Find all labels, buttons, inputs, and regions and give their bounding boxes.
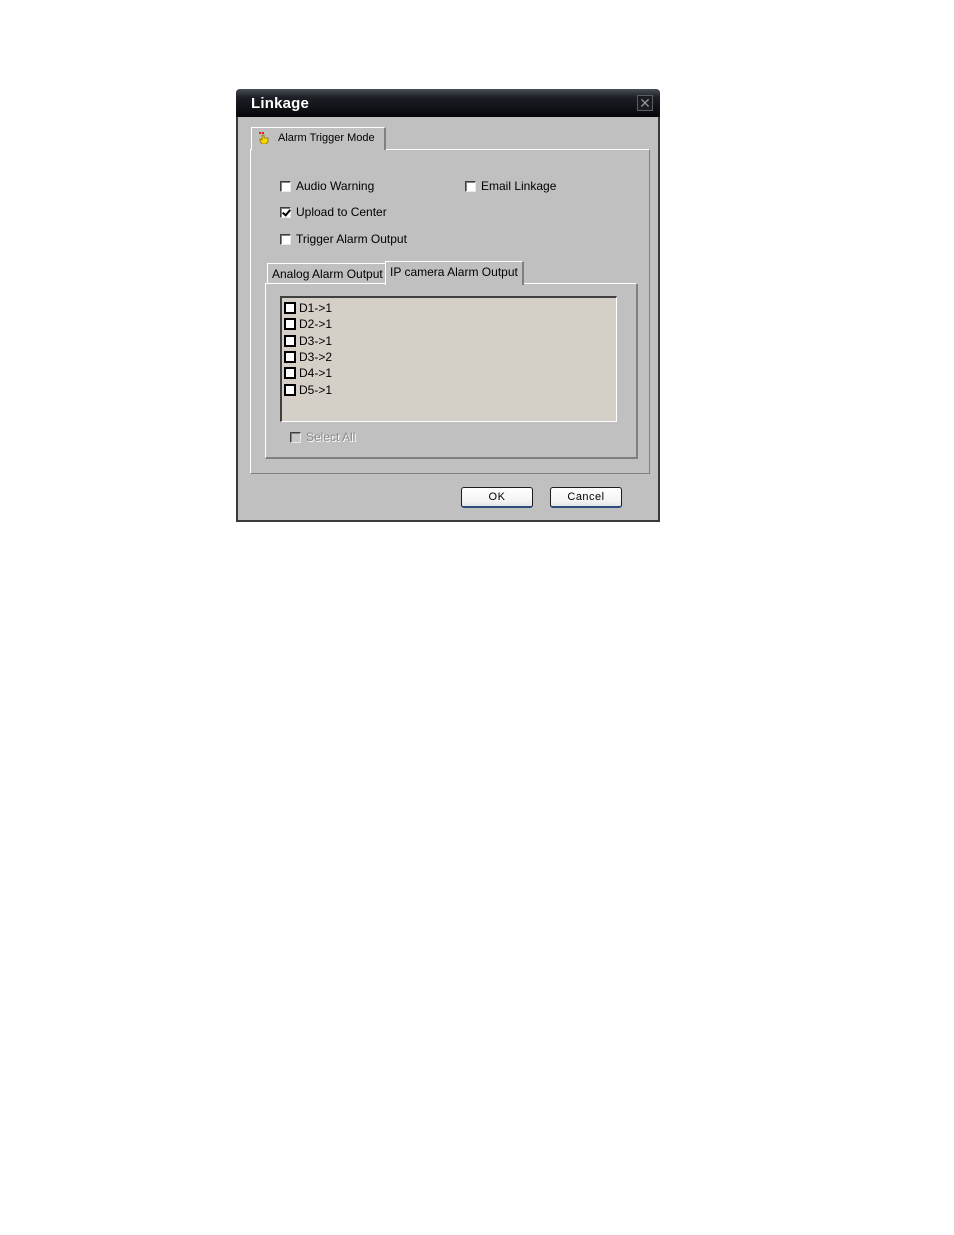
tab-analog-alarm-output[interactable]: Analog Alarm Output (267, 263, 388, 284)
close-button[interactable]: ✕ (637, 95, 653, 111)
trigger-alarm-output-label: Trigger Alarm Output (296, 232, 407, 246)
list-item[interactable]: D4->1 (284, 365, 332, 381)
trigger-alarm-output-option[interactable]: Trigger Alarm Output (280, 232, 407, 246)
tab-label: Analog Alarm Output (272, 267, 383, 281)
list-item[interactable]: D3->2 (284, 349, 332, 365)
audio-warning-option[interactable]: Audio Warning (280, 179, 374, 193)
output-checkbox[interactable] (284, 318, 296, 330)
output-checkbox[interactable] (284, 384, 296, 396)
list-item[interactable]: D5->1 (284, 382, 332, 398)
title-bar[interactable]: Linkage ✕ (236, 89, 660, 117)
email-linkage-option[interactable]: Email Linkage (465, 179, 556, 193)
upload-to-center-checkbox[interactable] (280, 206, 291, 218)
list-item[interactable]: D3->1 (284, 333, 332, 349)
list-item[interactable]: D1->1 (284, 300, 332, 316)
alarm-output-list[interactable]: D1->1 D2->1 D3->1 D3->2 D4->1 D5->1 (280, 296, 617, 422)
output-label: D2->1 (299, 317, 333, 331)
linkage-dialog: Linkage ✕ Alarm Trigger Mode Audio Warni… (236, 89, 660, 522)
upload-to-center-label: Upload to Center (296, 205, 387, 219)
output-label: D4->1 (299, 366, 333, 380)
audio-warning-checkbox[interactable] (280, 180, 291, 192)
output-checkbox[interactable] (284, 351, 296, 363)
select-all-option[interactable]: Select All (290, 430, 355, 444)
output-label: D3->1 (299, 334, 333, 348)
hand-pointer-icon (259, 132, 269, 144)
close-icon: ✕ (639, 95, 651, 111)
dialog-title: Linkage (251, 95, 310, 112)
output-checkbox[interactable] (284, 335, 296, 347)
output-label: D1->1 (299, 301, 333, 315)
tab-label: IP camera Alarm Output (390, 265, 518, 279)
trigger-alarm-output-checkbox[interactable] (280, 233, 291, 245)
output-label: D3->2 (299, 350, 333, 364)
ok-button[interactable]: OK (461, 487, 533, 508)
cancel-button[interactable]: Cancel (550, 487, 622, 508)
upload-to-center-option[interactable]: Upload to Center (280, 205, 387, 219)
tab-alarm-trigger-mode[interactable]: Alarm Trigger Mode (251, 127, 386, 150)
output-checkbox[interactable] (284, 302, 296, 314)
audio-warning-label: Audio Warning (296, 179, 375, 193)
ip-camera-alarm-output-panel: D1->1 D2->1 D3->1 D3->2 D4->1 D5->1 Sele… (265, 283, 638, 459)
email-linkage-checkbox[interactable] (465, 180, 476, 192)
output-checkbox[interactable] (284, 367, 296, 379)
select-all-label: Select All (306, 430, 356, 444)
email-linkage-label: Email Linkage (481, 179, 557, 193)
select-all-checkbox[interactable] (290, 431, 301, 443)
output-label: D5->1 (299, 383, 333, 397)
list-item[interactable]: D2->1 (284, 316, 332, 332)
tab-label: Alarm Trigger Mode (278, 132, 375, 144)
tab-ip-camera-alarm-output[interactable]: IP camera Alarm Output (385, 261, 524, 285)
